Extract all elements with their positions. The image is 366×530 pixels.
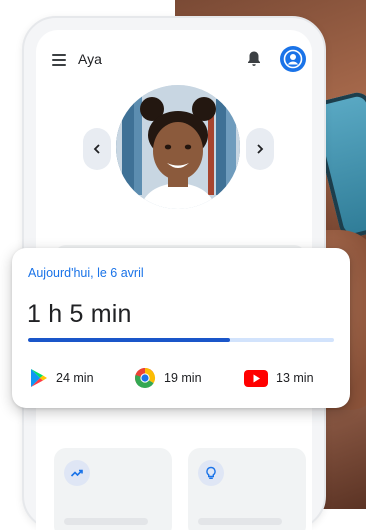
trending-up-icon: [64, 460, 90, 486]
app-usage-item: 19 min: [134, 366, 202, 390]
activity-tile[interactable]: [54, 448, 172, 530]
chevron-right-icon: [257, 144, 264, 154]
next-profile-button[interactable]: [246, 128, 274, 170]
lightbulb-icon: [198, 460, 224, 486]
app-usage-time: 24 min: [56, 371, 94, 385]
screen-time-progress: [28, 338, 334, 342]
menu-icon[interactable]: [52, 54, 66, 66]
app-usage-item: 13 min: [244, 366, 314, 390]
youtube-icon: [244, 369, 268, 387]
placeholder-bar: [198, 518, 282, 525]
placeholder-bar: [64, 518, 148, 525]
top-app-bar: Aya: [36, 46, 312, 76]
tips-tile[interactable]: [188, 448, 306, 530]
profile-name: Aya: [78, 51, 102, 67]
account-icon[interactable]: [280, 46, 306, 72]
screen-time-summary-card[interactable]: Aujourd'hui, le 6 avril 1 h 5 min 24 min…: [12, 248, 350, 408]
summary-date: Aujourd'hui, le 6 avril: [28, 266, 144, 280]
chrome-icon: [135, 368, 155, 388]
child-avatar: [116, 85, 240, 209]
app-usage-time: 19 min: [164, 371, 202, 385]
previous-profile-button[interactable]: [83, 128, 111, 170]
progress-fill: [28, 338, 230, 342]
app-usage-item: 24 min: [30, 366, 94, 390]
chevron-left-icon: [93, 144, 100, 154]
google-play-icon: [31, 369, 47, 387]
bell-icon[interactable]: [246, 50, 262, 68]
app-usage-time: 13 min: [276, 371, 314, 385]
total-screen-time: 1 h 5 min: [27, 300, 132, 328]
